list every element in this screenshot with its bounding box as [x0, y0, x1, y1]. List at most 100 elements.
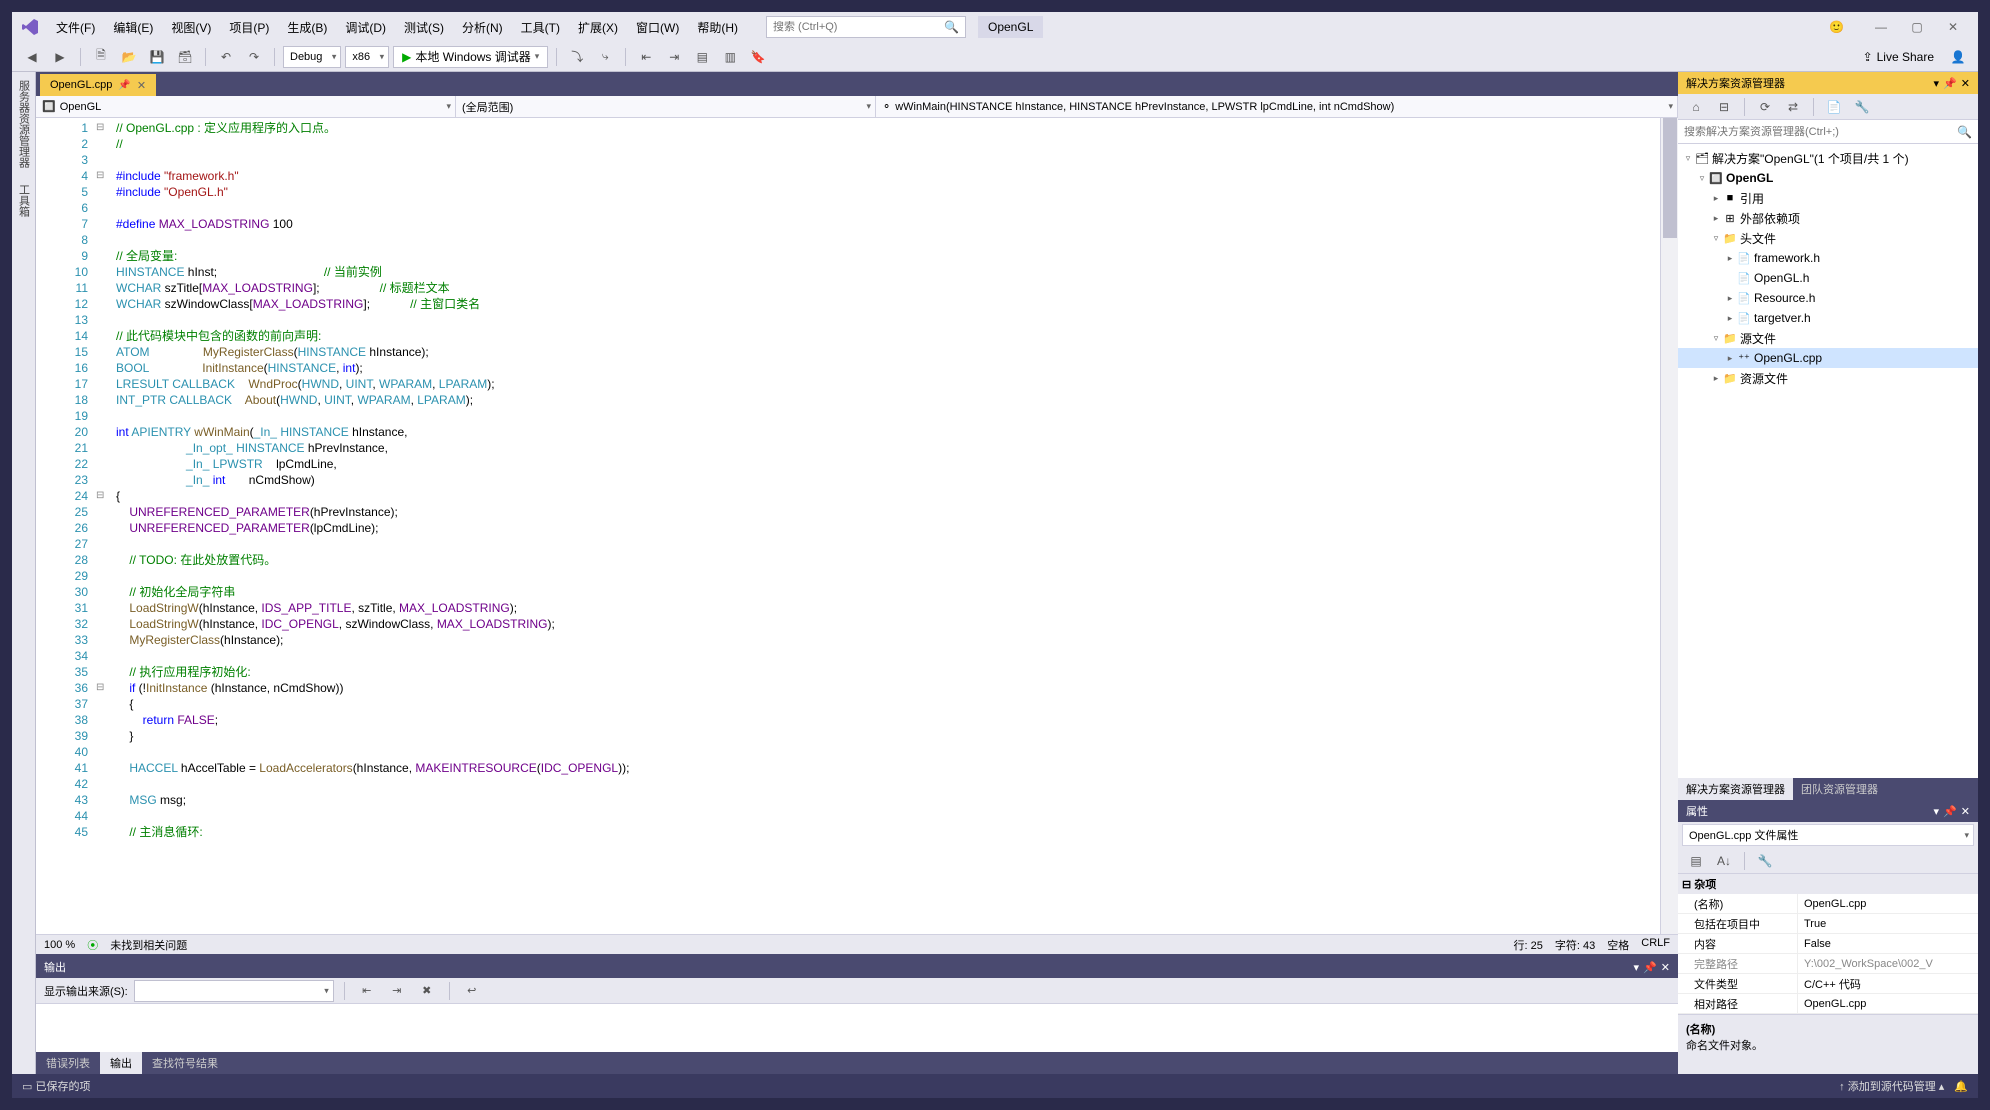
wrench-icon[interactable]: 🔧: [1753, 849, 1777, 873]
tree-row[interactable]: ▸📄targetver.h: [1678, 308, 1978, 328]
tree-row[interactable]: ▸⁺⁺OpenGL.cpp: [1678, 348, 1978, 368]
notifications-icon[interactable]: 🔔: [1954, 1080, 1968, 1093]
nav-member-combo[interactable]: ⚬ wWinMain(HINSTANCE hInstance, HINSTANC…: [876, 96, 1678, 117]
tree-row[interactable]: ▸📄Resource.h: [1678, 288, 1978, 308]
tree-row[interactable]: ▸■引用: [1678, 188, 1978, 208]
indent-right-icon[interactable]: ⇥: [662, 45, 686, 69]
menu-item[interactable]: 视图(V): [163, 15, 219, 40]
autohide-icon[interactable]: 📌: [1943, 805, 1957, 818]
panel-close-icon[interactable]: ✕: [1961, 77, 1970, 90]
undo-icon[interactable]: ↶: [214, 45, 238, 69]
config-combo[interactable]: Debug: [283, 46, 341, 68]
output-prev-icon[interactable]: ⇤: [355, 979, 379, 1003]
search-box[interactable]: 🔍: [766, 16, 966, 38]
comment-icon[interactable]: ▤: [690, 45, 714, 69]
feedback-icon[interactable]: 🙂: [1829, 20, 1844, 34]
account-icon[interactable]: 👤: [1946, 45, 1970, 69]
props-category[interactable]: ⊟ 杂项: [1678, 874, 1978, 894]
step-icon[interactable]: ⤵: [565, 45, 589, 69]
props-row[interactable]: 文件类型C/C++ 代码: [1678, 974, 1978, 994]
solution-tree[interactable]: ▿🗂解决方案"OpenGL"(1 个项目/共 1 个)▿🔲OpenGL▸■引用▸…: [1678, 144, 1978, 778]
menu-item[interactable]: 文件(F): [48, 15, 103, 40]
output-body[interactable]: [36, 1004, 1678, 1052]
menu-item[interactable]: 编辑(E): [105, 15, 161, 40]
maximize-icon[interactable]: ▢: [1900, 15, 1934, 39]
indent-left-icon[interactable]: ⇤: [634, 45, 658, 69]
menu-item[interactable]: 调试(D): [337, 15, 394, 40]
save-icon[interactable]: 💾: [145, 45, 169, 69]
new-project-icon[interactable]: 🗎: [89, 45, 113, 69]
tree-project[interactable]: ▿🔲OpenGL: [1678, 168, 1978, 188]
fold-gutter[interactable]: ⊟⊟⊟⊟: [96, 118, 116, 934]
properties-grid[interactable]: ⊟ 杂项(名称)OpenGL.cpp包括在项目中True内容False完整路径Y…: [1678, 874, 1978, 1014]
source-control-button[interactable]: ↑ 添加到源代码管理 ▴: [1839, 1078, 1944, 1094]
tree-row[interactable]: ▸📄framework.h: [1678, 248, 1978, 268]
collapse-icon[interactable]: ⊟: [1712, 95, 1736, 119]
solution-search-input[interactable]: [1684, 126, 1957, 138]
properties-icon[interactable]: 🔧: [1850, 95, 1874, 119]
show-all-icon[interactable]: 📄: [1822, 95, 1846, 119]
tree-root[interactable]: ▿🗂解决方案"OpenGL"(1 个项目/共 1 个): [1678, 148, 1978, 168]
live-share-button[interactable]: ⇪ Live Share: [1855, 50, 1942, 64]
dock-tab[interactable]: 服务器资源管理器: [14, 72, 34, 176]
output-next-icon[interactable]: ⇥: [385, 979, 409, 1003]
right-tab[interactable]: 团队资源管理器: [1793, 778, 1886, 800]
output-clear-icon[interactable]: ✖: [415, 979, 439, 1003]
open-icon[interactable]: 📂: [117, 45, 141, 69]
output-tab[interactable]: 错误列表: [36, 1052, 100, 1074]
menu-item[interactable]: 生成(B): [279, 15, 335, 40]
menu-item[interactable]: 分析(N): [454, 15, 511, 40]
save-all-icon[interactable]: 🗃: [173, 45, 197, 69]
props-row[interactable]: (名称)OpenGL.cpp: [1678, 894, 1978, 914]
close-icon[interactable]: ✕: [1936, 15, 1970, 39]
tab-close-icon[interactable]: ✕: [137, 79, 146, 92]
bookmark-icon[interactable]: 🔖: [746, 45, 770, 69]
tree-row[interactable]: ▿📁头文件: [1678, 228, 1978, 248]
panel-close-icon[interactable]: ✕: [1661, 961, 1670, 974]
nav-scope-combo[interactable]: (全局范围): [456, 96, 876, 117]
menu-item[interactable]: 项目(P): [221, 15, 277, 40]
search-input[interactable]: [773, 21, 944, 33]
alpha-icon[interactable]: A↓: [1712, 849, 1736, 873]
pin-icon[interactable]: ▾: [1634, 961, 1640, 974]
platform-combo[interactable]: x86: [345, 46, 389, 68]
nav-fwd-icon[interactable]: ▶: [48, 45, 72, 69]
nav-project-combo[interactable]: 🔲 OpenGL: [36, 96, 456, 117]
editor-tab-opengl[interactable]: OpenGL.cpp 📌 ✕: [40, 74, 156, 96]
refresh-icon[interactable]: ⟳: [1753, 95, 1777, 119]
run-button[interactable]: ▶本地 Windows 调试器▾: [393, 46, 548, 68]
home-icon[interactable]: ⌂: [1684, 95, 1708, 119]
uncomment-icon[interactable]: ▥: [718, 45, 742, 69]
output-source-combo[interactable]: [134, 980, 334, 1002]
pin-icon[interactable]: 📌: [118, 80, 130, 91]
output-tab[interactable]: 查找符号结果: [142, 1052, 228, 1074]
menu-item[interactable]: 测试(S): [396, 15, 452, 40]
zoom-combo[interactable]: 100 %: [44, 939, 75, 951]
menu-item[interactable]: 帮助(H): [689, 15, 746, 40]
tree-row[interactable]: ▸⊞外部依赖项: [1678, 208, 1978, 228]
step-over-icon[interactable]: ⤷: [593, 45, 617, 69]
tree-row[interactable]: 📄OpenGL.h: [1678, 268, 1978, 288]
tree-row[interactable]: ▸📁资源文件: [1678, 368, 1978, 388]
output-tab[interactable]: 输出: [100, 1052, 142, 1074]
menu-item[interactable]: 窗口(W): [628, 15, 687, 40]
autohide-icon[interactable]: 📌: [1943, 77, 1957, 90]
props-row[interactable]: 内容False: [1678, 934, 1978, 954]
menu-item[interactable]: 扩展(X): [570, 15, 626, 40]
props-row[interactable]: 包括在项目中True: [1678, 914, 1978, 934]
dropdown-icon[interactable]: ▾: [1934, 805, 1940, 818]
vertical-scrollbar[interactable]: [1660, 118, 1678, 934]
output-wrap-icon[interactable]: ↩: [460, 979, 484, 1003]
dock-tab[interactable]: 工具箱: [14, 176, 34, 225]
redo-icon[interactable]: ↷: [242, 45, 266, 69]
props-row[interactable]: 完整路径Y:\002_WorkSpace\002_V: [1678, 954, 1978, 974]
autohide-icon[interactable]: 📌: [1643, 961, 1657, 974]
categorize-icon[interactable]: ▤: [1684, 849, 1708, 873]
tree-row[interactable]: ▿📁源文件: [1678, 328, 1978, 348]
scroll-thumb[interactable]: [1663, 118, 1677, 238]
sync-icon[interactable]: ⇄: [1781, 95, 1805, 119]
dropdown-icon[interactable]: ▾: [1934, 77, 1940, 90]
nav-back-icon[interactable]: ◀: [20, 45, 44, 69]
properties-target-combo[interactable]: OpenGL.cpp 文件属性: [1682, 824, 1974, 846]
menu-item[interactable]: 工具(T): [513, 15, 568, 40]
